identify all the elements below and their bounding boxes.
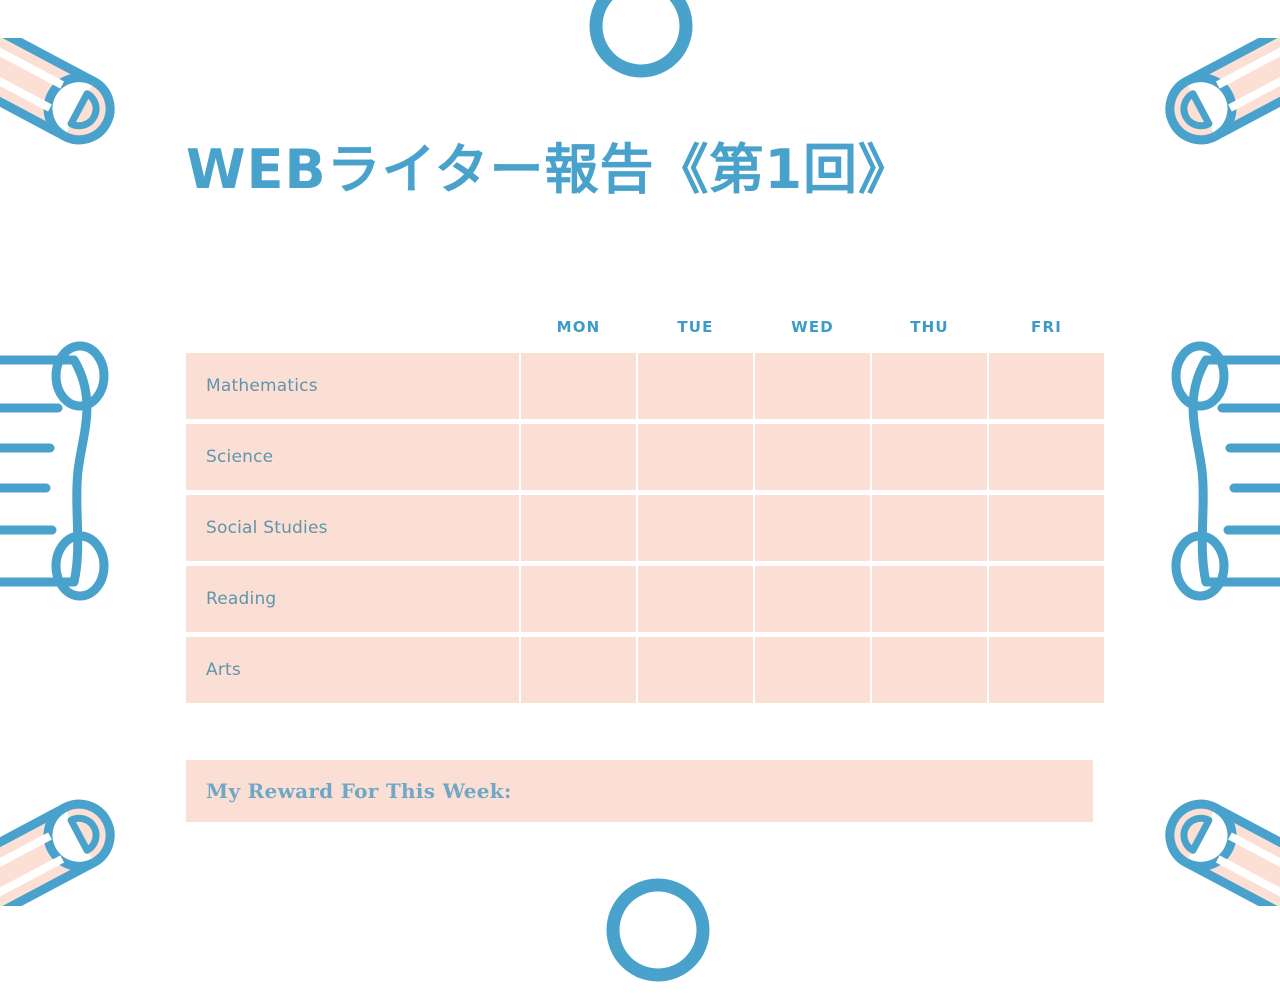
cell-reading-wed[interactable] bbox=[755, 566, 870, 632]
cell-arts-wed[interactable] bbox=[755, 637, 870, 703]
table-row: Arts bbox=[186, 637, 1104, 703]
cell-mathematics-thu[interactable] bbox=[872, 353, 987, 419]
subject-label-reading: Reading bbox=[186, 566, 519, 632]
weekly-schedule-table: MON TUE WED THU FRI Mathematics Science bbox=[186, 306, 1104, 708]
cell-arts-mon[interactable] bbox=[521, 637, 636, 703]
table-body: Mathematics Science Social Studies Readi… bbox=[186, 353, 1104, 703]
cell-science-wed[interactable] bbox=[755, 424, 870, 490]
column-header-thu: THU bbox=[910, 318, 949, 336]
cell-science-tue[interactable] bbox=[638, 424, 753, 490]
cell-reading-thu[interactable] bbox=[872, 566, 987, 632]
cell-science-thu[interactable] bbox=[872, 424, 987, 490]
cell-reading-fri[interactable] bbox=[989, 566, 1104, 632]
cell-mathematics-fri[interactable] bbox=[989, 353, 1104, 419]
cell-arts-tue[interactable] bbox=[638, 637, 753, 703]
subject-label-mathematics: Mathematics bbox=[186, 353, 519, 419]
page-title: WEBライター報告《第1回》 bbox=[186, 138, 914, 201]
subject-label-arts: Arts bbox=[186, 637, 519, 703]
table-row: Reading bbox=[186, 566, 1104, 632]
table-row: Science bbox=[186, 424, 1104, 490]
reward-field[interactable]: My Reward For This Week: bbox=[186, 760, 1093, 822]
cell-reading-mon[interactable] bbox=[521, 566, 636, 632]
column-header-wed: WED bbox=[791, 318, 834, 336]
cell-mathematics-wed[interactable] bbox=[755, 353, 870, 419]
subject-label-social-studies: Social Studies bbox=[186, 495, 519, 561]
cell-science-mon[interactable] bbox=[521, 424, 636, 490]
cell-reading-tue[interactable] bbox=[638, 566, 753, 632]
subject-label-science: Science bbox=[186, 424, 519, 490]
cell-mathematics-tue[interactable] bbox=[638, 353, 753, 419]
cell-social-studies-wed[interactable] bbox=[755, 495, 870, 561]
column-header-mon: MON bbox=[556, 318, 601, 336]
cell-mathematics-mon[interactable] bbox=[521, 353, 636, 419]
page-root: WEBライター報告《第1回》 MON TUE WED THU FRI Mathe… bbox=[0, 0, 1280, 940]
cell-social-studies-thu[interactable] bbox=[872, 495, 987, 561]
reward-label: My Reward For This Week: bbox=[206, 779, 512, 803]
cell-arts-fri[interactable] bbox=[989, 637, 1104, 703]
column-header-fri: FRI bbox=[1031, 318, 1062, 336]
table-row: Social Studies bbox=[186, 495, 1104, 561]
table-header-row: MON TUE WED THU FRI bbox=[186, 306, 1093, 348]
table-row: Mathematics bbox=[186, 353, 1104, 419]
cell-arts-thu[interactable] bbox=[872, 637, 987, 703]
column-header-tue: TUE bbox=[677, 318, 714, 336]
cell-social-studies-tue[interactable] bbox=[638, 495, 753, 561]
cell-science-fri[interactable] bbox=[989, 424, 1104, 490]
cell-social-studies-fri[interactable] bbox=[989, 495, 1104, 561]
cell-social-studies-mon[interactable] bbox=[521, 495, 636, 561]
